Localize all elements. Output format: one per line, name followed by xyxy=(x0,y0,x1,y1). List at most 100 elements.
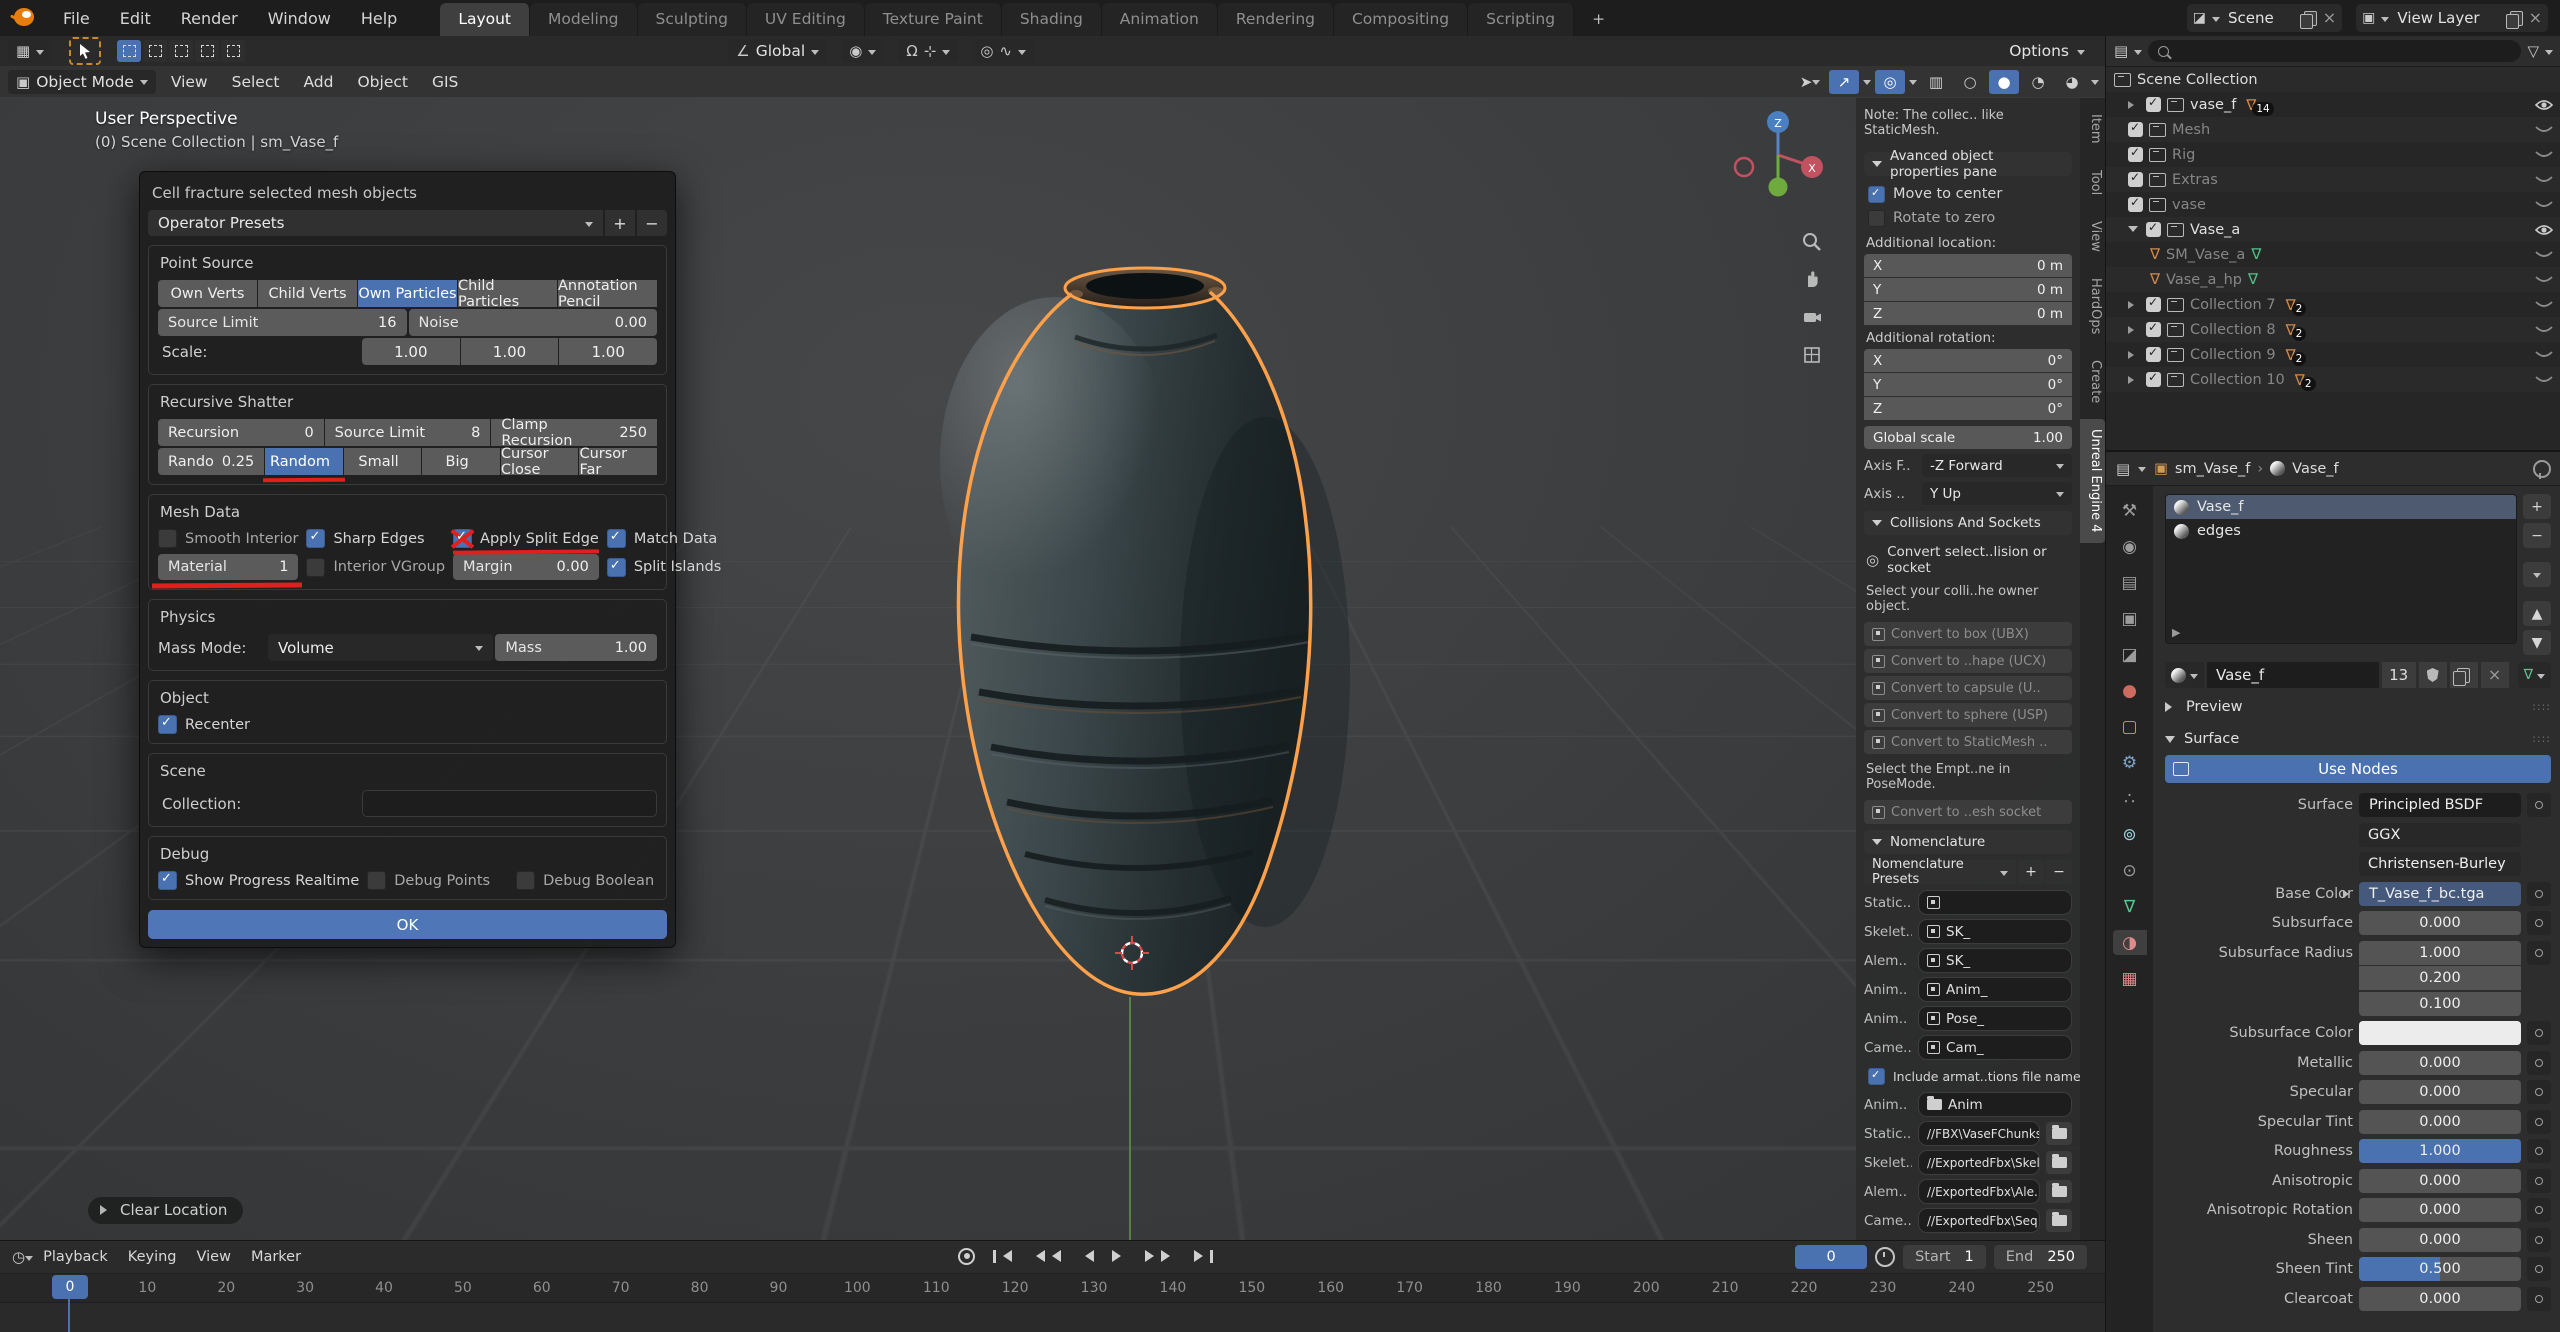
recursion-mode-button[interactable]: Big xyxy=(422,448,500,475)
property-field[interactable]: 0.100 xyxy=(2359,992,2521,1016)
mass-mode-dropdown[interactable]: Volume xyxy=(268,634,493,661)
move-view-hand-icon[interactable] xyxy=(1798,265,1826,293)
shading-rendered-button[interactable]: ◕ xyxy=(2057,70,2087,94)
axis-y-ball[interactable] xyxy=(1769,178,1788,197)
material-browse-dropdown[interactable] xyxy=(2165,662,2204,688)
exclude-checkbox[interactable] xyxy=(2128,197,2143,212)
expand-arrow-icon[interactable] xyxy=(2128,376,2140,384)
workspace-tab[interactable]: Shading xyxy=(1002,3,1102,36)
outliner-row[interactable]: ∇ Scene Collection ∇ ∇ xyxy=(2106,67,2560,92)
world-icon[interactable]: ● xyxy=(2113,678,2147,703)
visibility-toggle[interactable] xyxy=(2533,224,2555,236)
axis-x-negative-ball[interactable] xyxy=(1735,158,1753,176)
expand-arrow-icon[interactable] xyxy=(2128,301,2140,309)
expand-arrow-icon[interactable] xyxy=(2128,224,2140,235)
prefix-input[interactable]: SK_ xyxy=(1918,919,2072,944)
animate-property-button[interactable] xyxy=(2527,793,2551,817)
remove-preset-button[interactable]: − xyxy=(637,210,667,236)
exclude-checkbox[interactable] xyxy=(2146,372,2161,387)
recenter-checkbox[interactable]: Recenter xyxy=(158,715,657,734)
object-icon[interactable]: ▢ xyxy=(2113,714,2147,739)
outliner-row[interactable]: ∇ Vase_a ∇ ∇ xyxy=(2106,217,2560,242)
viewport-menu[interactable]: Object xyxy=(345,69,419,95)
outliner-row[interactable]: ∇ Mesh ∇ ∇ xyxy=(2106,117,2560,142)
camera-view-icon[interactable] xyxy=(1798,303,1826,331)
select-subtract-icon[interactable] xyxy=(169,40,193,62)
animate-property-button[interactable] xyxy=(2527,1051,2551,1075)
animate-property-button[interactable] xyxy=(2527,1228,2551,1252)
preview-section-header[interactable]: Preview:::: xyxy=(2165,693,2551,720)
visibility-toggle[interactable] xyxy=(2533,324,2555,336)
slot-specials-button[interactable] xyxy=(2523,562,2551,587)
property-field[interactable]: 0.000 xyxy=(2359,1110,2521,1134)
render-icon[interactable]: ◉ xyxy=(2113,534,2147,559)
auto-key-button[interactable] xyxy=(955,1244,978,1268)
properties-editor-icon[interactable]: ▤ xyxy=(2116,460,2130,478)
proportional-edit-dropdown[interactable]: ◎ ∿ xyxy=(972,39,1034,63)
workspace-tab[interactable]: Compositing xyxy=(1334,3,1468,36)
property-field[interactable]: 0.500 xyxy=(2359,1257,2521,1281)
recursion-mode-button[interactable]: Small xyxy=(344,448,422,475)
sidebar-tab[interactable]: HardOps xyxy=(2080,268,2105,344)
sidebar-checkbox[interactable]: Move to center xyxy=(1864,182,2072,206)
shading-material-button[interactable]: ◔ xyxy=(2023,70,2053,94)
visibility-toggle[interactable] xyxy=(2533,149,2555,161)
path-input[interactable]: //FBX\VaseFChunks\ xyxy=(1918,1121,2040,1146)
play-reverse-button[interactable] xyxy=(1076,1244,1097,1268)
workspace-tab[interactable]: Animation xyxy=(1102,3,1218,36)
animate-property-button[interactable] xyxy=(2527,1257,2551,1281)
mesh-data-checkbox[interactable]: Smooth Interior xyxy=(158,529,298,548)
point-source-option[interactable]: Own Particles xyxy=(358,280,457,307)
browse-folder-button[interactable] xyxy=(2046,1151,2072,1174)
property-field[interactable]: 0.000 xyxy=(2359,1198,2521,1222)
property-field[interactable]: Christensen-Burley xyxy=(2359,852,2521,876)
noise-slider[interactable]: Noise0.00 xyxy=(409,309,658,336)
new-scene-icon[interactable] xyxy=(2304,11,2317,26)
convert-button[interactable]: Convert to StaticMesh .. xyxy=(1864,730,2072,754)
topbar-menu[interactable]: Help xyxy=(348,5,410,32)
mode-dropdown[interactable]: ▣ Object Mode xyxy=(8,70,156,94)
close-icon[interactable]: × xyxy=(2323,10,2336,26)
select-box-icon[interactable] xyxy=(117,40,141,62)
material-slot[interactable]: Vase_f xyxy=(2166,495,2516,519)
axis-forward-dropdown[interactable]: -Z Forward xyxy=(1922,454,2072,477)
move-slot-up-button[interactable]: ▲ xyxy=(2523,601,2551,626)
copy-material-button[interactable] xyxy=(2450,662,2478,688)
material-slot-list[interactable]: Vase_f edges ▶ xyxy=(2165,494,2517,644)
frame-ruler[interactable]: 0 10 20 30 40 50 60 70 80 90 100 11 xyxy=(0,1274,2105,1303)
visibility-toggle[interactable] xyxy=(2533,349,2555,361)
shading-dropdown[interactable] xyxy=(2091,80,2099,89)
point-source-option[interactable]: Child Verts xyxy=(258,280,357,307)
xray-toggle[interactable]: ▥ xyxy=(1921,70,1951,94)
browse-folder-button[interactable] xyxy=(2046,1122,2072,1145)
next-keyframe-button[interactable] xyxy=(1142,1244,1179,1268)
breadcrumb-material[interactable]: Vase_f xyxy=(2292,461,2339,477)
sidebar-tab[interactable]: Tool xyxy=(2080,160,2105,205)
snap-dropdown[interactable]: Ω ⊹ xyxy=(898,39,958,63)
play-button[interactable] xyxy=(1109,1244,1130,1268)
overlays-toggle[interactable]: ◎ xyxy=(1875,70,1905,94)
shading-wireframe-button[interactable]: ○ xyxy=(1955,70,1985,94)
surface-section-header[interactable]: Surface:::: xyxy=(2165,725,2551,752)
tool-icon[interactable]: ⚒ xyxy=(2113,498,2147,523)
expand-arrow-icon[interactable] xyxy=(2128,351,2140,359)
material-slider[interactable]: Material1 xyxy=(158,554,298,580)
animate-property-button[interactable] xyxy=(2527,1169,2551,1193)
mesh-data-checkbox[interactable]: Sharp Edges xyxy=(306,529,445,548)
zoom-tool-icon[interactable] xyxy=(1798,228,1826,256)
advanced-properties-header[interactable]: Avanced object properties pane xyxy=(1864,152,2072,176)
exclude-checkbox[interactable] xyxy=(2128,172,2143,187)
link-mesh-dropdown[interactable]: ∇ xyxy=(2518,662,2551,688)
current-frame-field[interactable]: 0 xyxy=(1795,1245,1867,1269)
jump-to-end-button[interactable] xyxy=(1191,1244,1216,1268)
recursion-mode-button[interactable]: Cursor Far xyxy=(579,448,657,475)
animate-property-button[interactable] xyxy=(2527,1080,2551,1104)
recursion-mode-button[interactable]: Cursor Close xyxy=(501,448,579,475)
scene-icon[interactable]: ◪ xyxy=(2113,642,2147,667)
animate-property-button[interactable] xyxy=(2527,1021,2551,1045)
rotation-slider[interactable]: Z0° xyxy=(1864,397,2072,420)
margin-slider[interactable]: Margin0.00 xyxy=(453,554,599,580)
timeline-track-area[interactable] xyxy=(0,1303,2105,1332)
exclude-checkbox[interactable] xyxy=(2146,97,2161,112)
global-scale-slider[interactable]: Global scale1.00 xyxy=(1864,426,2072,449)
